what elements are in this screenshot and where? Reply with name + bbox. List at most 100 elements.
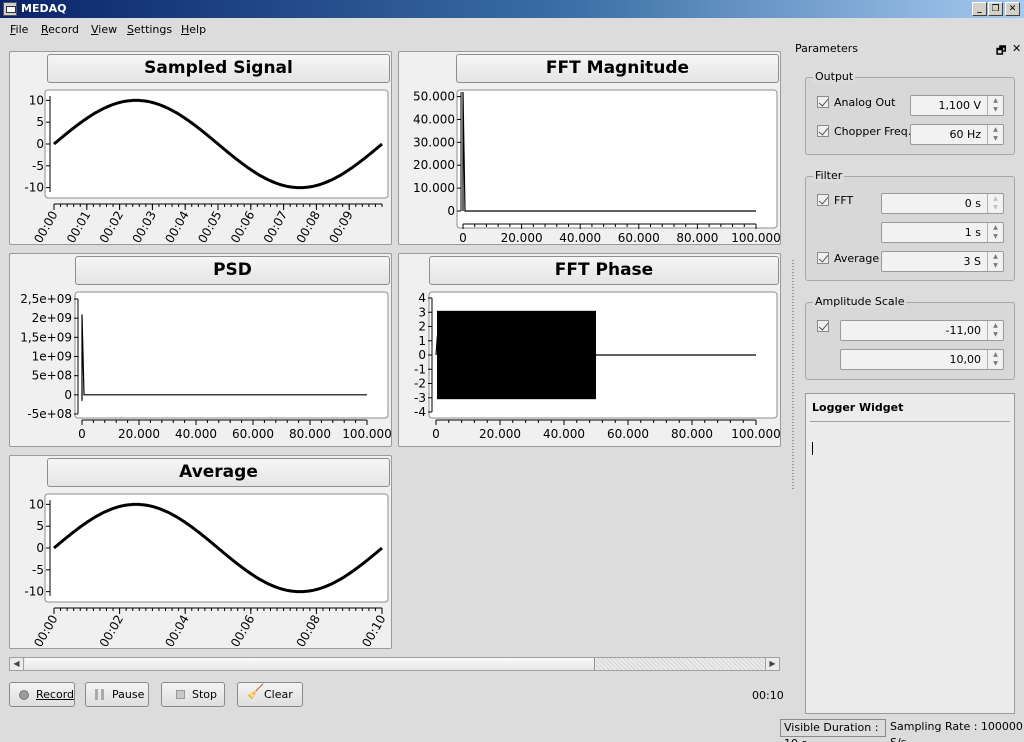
- x-tick-label: 40.000: [559, 231, 601, 245]
- spin-down-icon[interactable]: ▼: [988, 203, 1003, 212]
- spin-up-icon[interactable]: ▲: [988, 125, 1003, 134]
- spin-down-icon[interactable]: ▼: [988, 330, 1003, 339]
- y-tick-label: 10: [29, 93, 44, 107]
- plot-canvas: [456, 89, 778, 229]
- spin-up-icon[interactable]: ▲: [988, 194, 1003, 203]
- amplitude-scale-title: Amplitude Scale: [813, 295, 907, 308]
- spin-down-icon[interactable]: ▼: [988, 261, 1003, 270]
- x-tick-label: 00:03: [130, 209, 159, 246]
- y-tick-label: 5: [36, 115, 44, 129]
- y-tick-label: 4: [418, 291, 426, 305]
- y-tick-label: -5: [32, 563, 44, 577]
- pause-icon: [95, 689, 104, 700]
- clear-button[interactable]: 🧹 Clear: [237, 682, 303, 707]
- minimize-button[interactable]: _: [972, 2, 987, 16]
- psd-chart[interactable]: 2,5e+09 2e+09 1,5e+09 1e+09 5e+08 0 -5e+08 0 20.…: [10, 254, 393, 448]
- average-panel: Average 10 5 0 -5 -10 00:00 00:02 00:04 00:06 00:…: [9, 455, 392, 649]
- chopper-freq-label: Chopper Freq.: [834, 125, 912, 138]
- y-tick-label: 40.000: [413, 112, 455, 126]
- spin-down-icon[interactable]: ▼: [988, 105, 1003, 114]
- spin-up-icon[interactable]: ▲: [988, 321, 1003, 330]
- plot-canvas: [74, 291, 389, 419]
- scroll-track[interactable]: [596, 658, 764, 670]
- fft-phase-chart[interactable]: 43210-1-2-3-40 20.000 40.000 60.000 80.000 10…: [399, 254, 782, 448]
- y-tick-label: 10: [29, 497, 44, 511]
- amplitude-scale-checkbox[interactable]: [817, 320, 829, 332]
- x-tick-label: 00:06: [228, 613, 257, 650]
- time-scrollbar[interactable]: ◀ ▶: [9, 657, 780, 671]
- x-tick-label: 40.000: [175, 427, 217, 441]
- logger-widget[interactable]: Logger Widget: [805, 393, 1015, 714]
- stop-button[interactable]: Stop: [161, 682, 225, 707]
- fft-magnitude-chart[interactable]: 50.000 40.000 30.000 20.000 10.000 00 20.000 40…: [399, 52, 782, 246]
- analog-out-checkbox[interactable]: [817, 96, 829, 108]
- amplitude-min-spinbox[interactable]: -11,00 ▲ ▼: [840, 320, 1004, 341]
- spin-up-icon[interactable]: ▲: [988, 252, 1003, 261]
- scroll-right-icon[interactable]: ▶: [765, 658, 779, 670]
- x-tick-label: 100.000: [342, 427, 392, 441]
- fft-second-spinbox[interactable]: 1 s ▲ ▼: [881, 222, 1004, 243]
- menu-file[interactable]: File: [10, 23, 28, 36]
- x-tick-label: 00:08: [294, 209, 323, 246]
- scroll-thumb[interactable]: [25, 658, 595, 670]
- x-tick-label: 00:05: [195, 209, 224, 246]
- spin-up-icon[interactable]: ▲: [988, 350, 1003, 359]
- average-spinbox[interactable]: 3 S ▲ ▼: [881, 251, 1004, 272]
- average-chart[interactable]: 10 5 0 -5 -10 00:00 00:02 00:04 00:06 00:08 00:10: [10, 456, 393, 650]
- text-caret: [812, 442, 813, 455]
- y-tick-label: -5: [32, 159, 44, 173]
- x-tick-label: 60.000: [607, 427, 649, 441]
- y-tick-label: -3: [414, 391, 426, 405]
- sampled-signal-chart[interactable]: 1050-5-1000:00 00:01 00:02 00:03 00:04 00:05 0…: [10, 52, 393, 246]
- sampled-signal-panel: Sampled Signal 10 5 0 -5 -10 00:00 00:01 00:02 0…: [9, 51, 392, 245]
- filter-group-title: Filter: [813, 169, 845, 182]
- x-tick-label: 00:00: [31, 613, 60, 650]
- y-tick-label: 5e+08: [32, 369, 72, 383]
- x-tick-label: 100.000: [731, 231, 781, 245]
- average-checkbox[interactable]: [817, 252, 829, 264]
- y-tick-label: 5: [36, 519, 44, 533]
- menu-record[interactable]: Record: [41, 23, 79, 36]
- fft-checkbox[interactable]: [817, 194, 829, 206]
- y-tick-label: 2e+09: [32, 311, 72, 325]
- menu-bar: File Record View Settings Help: [0, 19, 790, 41]
- chopper-freq-checkbox[interactable]: [817, 125, 829, 137]
- output-group-title: Output: [813, 70, 856, 83]
- close-button[interactable]: ✕: [1005, 2, 1020, 16]
- x-tick-label: 0: [432, 427, 440, 441]
- menu-settings[interactable]: Settings: [127, 23, 172, 36]
- float-dock-icon[interactable]: 🗗: [996, 42, 1006, 61]
- spin-up-icon[interactable]: ▲: [988, 96, 1003, 105]
- spin-down-icon[interactable]: ▼: [988, 232, 1003, 241]
- menu-help[interactable]: Help: [181, 23, 206, 36]
- spin-down-icon[interactable]: ▼: [988, 134, 1003, 143]
- y-tick-label: 2: [418, 320, 426, 334]
- fft-phase-band: [437, 310, 596, 400]
- scroll-left-icon[interactable]: ◀: [10, 658, 24, 670]
- y-tick-label: 0: [418, 348, 426, 362]
- x-tick-label: 00:06: [228, 208, 257, 245]
- spin-down-icon[interactable]: ▼: [988, 359, 1003, 368]
- record-button[interactable]: Record: [9, 682, 75, 707]
- x-tick-label: 20.000: [479, 427, 521, 441]
- average-label: Average: [834, 252, 880, 265]
- restore-button[interactable]: ❐: [988, 2, 1003, 16]
- dock-splitter[interactable]: [792, 260, 794, 490]
- analog-out-spinbox[interactable]: 1,100 V ▲ ▼: [910, 95, 1004, 116]
- x-tick-label: 00:01: [64, 209, 93, 246]
- fft-magnitude-panel: FFT Magnitude 50.000 40.000 30.000 20.000 10…: [398, 51, 781, 245]
- fft-window-spinbox[interactable]: 0 s ▲ ▼: [881, 193, 1004, 214]
- chopper-freq-spinbox[interactable]: 60 Hz ▲ ▼: [910, 124, 1004, 145]
- x-tick-label: 20.000: [501, 231, 543, 245]
- window-title: MEDAQ: [21, 2, 67, 15]
- menu-view[interactable]: View: [91, 23, 117, 36]
- spin-up-icon[interactable]: ▲: [988, 223, 1003, 232]
- title-bar: MEDAQ _ ❐ ✕: [0, 0, 1024, 18]
- pause-button[interactable]: Pause: [85, 682, 149, 707]
- x-tick-label: 00:04: [162, 209, 191, 246]
- x-tick-label: 80.000: [676, 231, 718, 245]
- x-tick-label: 00:02: [97, 209, 126, 246]
- close-dock-icon[interactable]: ✕: [1012, 42, 1021, 55]
- amplitude-max-spinbox[interactable]: 10,00 ▲ ▼: [840, 349, 1004, 370]
- broom-icon: 🧹: [247, 684, 265, 700]
